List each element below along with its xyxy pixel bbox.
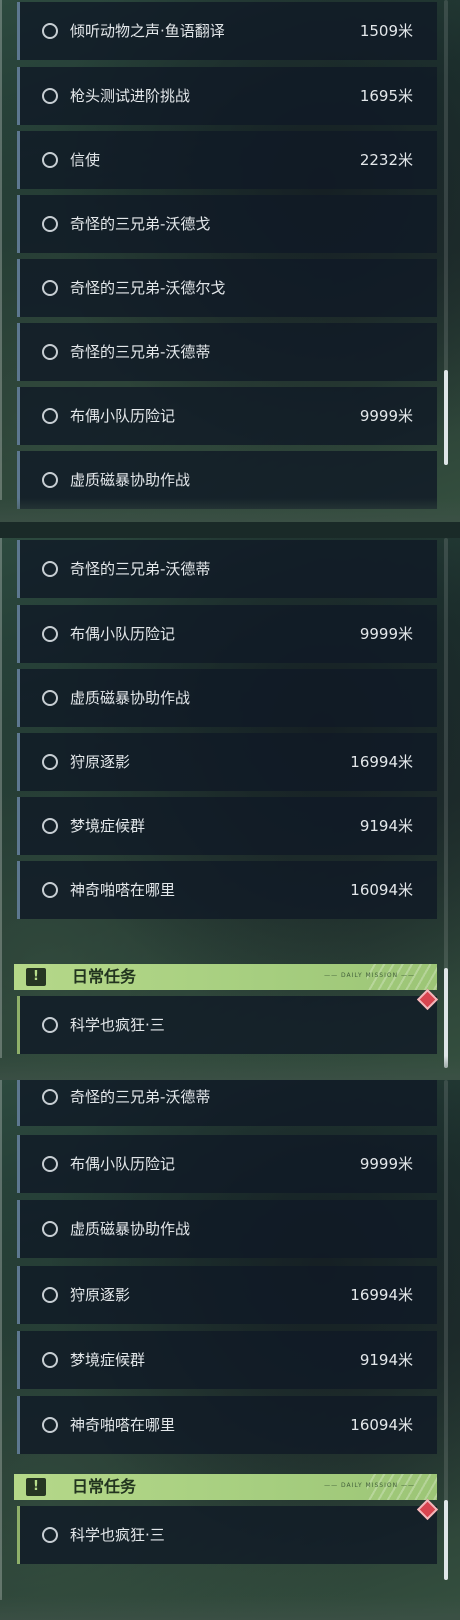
- task-distance: 9999米: [359, 1155, 413, 1173]
- task-distance: 16094米: [350, 1416, 413, 1434]
- task-row[interactable]: 奇怪的三兄弟-沃德蒂: [17, 323, 437, 381]
- radio-ring-icon[interactable]: [42, 1221, 58, 1237]
- task-row[interactable]: 枪头测试进阶挑战 1695米: [17, 67, 437, 125]
- task-distance: 9194米: [359, 1351, 413, 1369]
- scrollbar[interactable]: [444, 1080, 448, 1580]
- task-row[interactable]: 奇怪的三兄弟-沃德尔戈: [17, 259, 437, 317]
- daily-mission-header[interactable]: ! 日常任务 —— DAILY MISSION ——: [14, 1474, 437, 1500]
- radio-ring-icon[interactable]: [42, 1352, 58, 1368]
- task-name: 神奇啪嗒在哪里: [70, 1416, 176, 1434]
- radio-ring-icon[interactable]: [42, 23, 58, 39]
- task-name: 奇怪的三兄弟-沃德蒂: [70, 1088, 211, 1106]
- task-distance: 16994米: [350, 753, 413, 771]
- task-name: 虚质磁暴协助作战: [70, 471, 191, 489]
- task-row[interactable]: 神奇啪嗒在哪里 16094米: [17, 861, 437, 919]
- task-name: 奇怪的三兄弟-沃德蒂: [70, 560, 211, 578]
- daily-mission-header[interactable]: ! 日常任务 —— DAILY MISSION ——: [14, 964, 437, 990]
- task-row[interactable]: 布偶小队历险记 9999米: [17, 1135, 437, 1193]
- task-name: 奇怪的三兄弟-沃德戈: [70, 215, 211, 233]
- task-name: 科学也疯狂·三: [70, 1016, 165, 1034]
- radio-ring-icon[interactable]: [42, 818, 58, 834]
- radio-ring-icon[interactable]: [42, 216, 58, 232]
- scrollbar-thumb[interactable]: [444, 370, 448, 465]
- task-name: 梦境症候群: [70, 817, 146, 835]
- radio-ring-icon[interactable]: [42, 1017, 58, 1033]
- radio-ring-icon[interactable]: [42, 1089, 58, 1105]
- radio-ring-icon[interactable]: [42, 344, 58, 360]
- task-row[interactable]: 倾听动物之声·鱼语翻译 1509米: [17, 2, 437, 60]
- task-row[interactable]: 奇怪的三兄弟-沃德蒂: [17, 540, 437, 598]
- task-distance: 16094米: [350, 881, 413, 899]
- panel-edge-line: [0, 538, 2, 1058]
- daily-task-row[interactable]: 科学也疯狂·三: [17, 996, 437, 1054]
- task-row[interactable]: 虚质磁暴协助作战: [17, 669, 437, 727]
- radio-ring-icon[interactable]: [42, 626, 58, 642]
- exclamation-icon: !: [26, 1478, 46, 1496]
- task-name: 狩原逐影: [70, 1286, 131, 1304]
- radio-ring-icon[interactable]: [42, 152, 58, 168]
- task-row[interactable]: 虚质磁暴协助作战: [17, 1200, 437, 1258]
- task-row[interactable]: 梦境症候群 9194米: [17, 797, 437, 855]
- task-name: 虚质磁暴协助作战: [70, 1220, 191, 1238]
- header-deco-text: —— DAILY MISSION ——: [324, 1482, 415, 1489]
- radio-ring-icon[interactable]: [42, 1417, 58, 1433]
- task-name: 梦境症候群: [70, 1351, 146, 1369]
- task-row[interactable]: 狩原逐影 16994米: [17, 733, 437, 791]
- radio-ring-icon[interactable]: [42, 408, 58, 424]
- task-name: 枪头测试进阶挑战: [70, 87, 191, 105]
- scrollbar[interactable]: [444, 0, 448, 465]
- task-name: 倾听动物之声·鱼语翻译: [70, 22, 225, 40]
- task-name: 布偶小队历险记: [70, 625, 176, 643]
- task-distance: 2232米: [359, 151, 413, 169]
- radio-ring-icon[interactable]: [42, 1287, 58, 1303]
- radio-ring-icon[interactable]: [42, 1527, 58, 1543]
- task-name: 狩原逐影: [70, 753, 131, 771]
- daily-task-row[interactable]: 科学也疯狂·三: [17, 1506, 437, 1564]
- radio-ring-icon[interactable]: [42, 1156, 58, 1172]
- radio-ring-icon[interactable]: [42, 280, 58, 296]
- quest-list-panel-2: 奇怪的三兄弟-沃德蒂 布偶小队历险记 9999米 虚质磁暴协助作战 狩原逐影 1…: [0, 538, 460, 1080]
- panel-edge-line: [0, 1080, 2, 1600]
- scrollbar-thumb[interactable]: [444, 968, 448, 1068]
- task-name: 神奇啪嗒在哪里: [70, 881, 176, 899]
- task-row[interactable]: 狩原逐影 16994米: [17, 1266, 437, 1324]
- task-name: 虚质磁暴协助作战: [70, 689, 191, 707]
- task-row[interactable]: 布偶小队历险记 9999米: [17, 605, 437, 663]
- task-name: 奇怪的三兄弟-沃德尔戈: [70, 279, 226, 297]
- radio-ring-icon[interactable]: [42, 754, 58, 770]
- task-distance: 9194米: [359, 817, 413, 835]
- radio-ring-icon[interactable]: [42, 690, 58, 706]
- radio-ring-icon[interactable]: [42, 88, 58, 104]
- task-name: 奇怪的三兄弟-沃德蒂: [70, 343, 211, 361]
- header-deco-text: —— DAILY MISSION ——: [324, 972, 415, 979]
- panel-edge-line: [0, 0, 2, 500]
- task-name: 布偶小队历险记: [70, 1155, 176, 1173]
- radio-ring-icon[interactable]: [42, 472, 58, 488]
- task-row[interactable]: 信使 2232米: [17, 131, 437, 189]
- task-distance: 9999米: [359, 407, 413, 425]
- section-title: 日常任务: [72, 967, 137, 986]
- task-distance: 1695米: [359, 87, 413, 105]
- quest-list-panel-3: 奇怪的三兄弟-沃德蒂 布偶小队历险记 9999米 虚质磁暴协助作战 狩原逐影 1…: [0, 1080, 460, 1620]
- task-row[interactable]: 奇怪的三兄弟-沃德蒂: [17, 1080, 437, 1126]
- task-distance: 9999米: [359, 625, 413, 643]
- task-distance: 16994米: [350, 1286, 413, 1304]
- section-title: 日常任务: [72, 1477, 137, 1496]
- radio-ring-icon[interactable]: [42, 882, 58, 898]
- task-row[interactable]: 奇怪的三兄弟-沃德戈: [17, 195, 437, 253]
- task-row[interactable]: 神奇啪嗒在哪里 16094米: [17, 1396, 437, 1454]
- scrollbar[interactable]: [444, 538, 448, 1068]
- exclamation-icon: !: [26, 968, 46, 986]
- task-row[interactable]: 梦境症候群 9194米: [17, 1331, 437, 1389]
- scrollbar-thumb[interactable]: [444, 1500, 448, 1580]
- task-row[interactable]: 虚质磁暴协助作战: [17, 451, 437, 509]
- quest-list-panel-1: 倾听动物之声·鱼语翻译 1509米 枪头测试进阶挑战 1695米 信使 2232…: [0, 0, 460, 522]
- task-row[interactable]: 布偶小队历险记 9999米: [17, 387, 437, 445]
- radio-ring-icon[interactable]: [42, 561, 58, 577]
- task-name: 科学也疯狂·三: [70, 1526, 165, 1544]
- task-name: 布偶小队历险记: [70, 407, 176, 425]
- task-name: 信使: [70, 151, 101, 169]
- task-distance: 1509米: [359, 22, 413, 40]
